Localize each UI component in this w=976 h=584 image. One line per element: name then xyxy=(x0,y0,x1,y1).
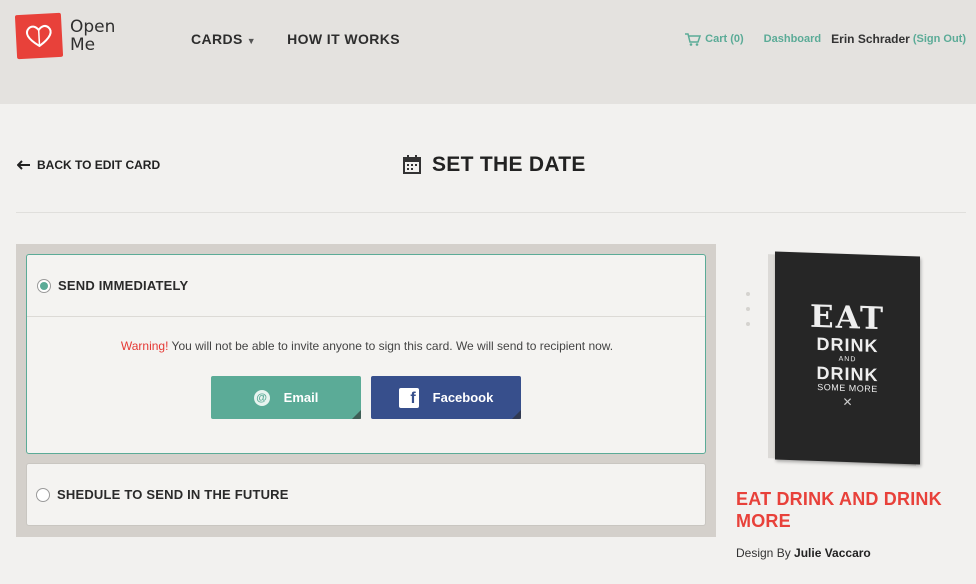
schedule-option[interactable]: SHEDULE TO SEND IN THE FUTURE xyxy=(26,463,706,526)
logo-heart-icon[interactable] xyxy=(14,12,64,60)
sign-out-link[interactable]: (Sign Out) xyxy=(913,33,966,45)
back-to-edit-link[interactable]: BACK TO EDIT CARD xyxy=(17,158,160,172)
warning-message: Warning! You will not be able to invite … xyxy=(27,339,707,353)
back-label: BACK TO EDIT CARD xyxy=(37,158,161,172)
logo-wordmark[interactable]: Open Me xyxy=(70,18,140,54)
send-immediately-radio[interactable] xyxy=(37,278,51,293)
email-button-label: Email xyxy=(283,390,319,405)
arrow-left-icon xyxy=(17,160,30,170)
card-art-line-1: EAT xyxy=(809,298,886,338)
calendar-icon xyxy=(403,155,421,174)
site-header: Open Me CARDS ▼ HOW IT WORKS Cart (0) Das… xyxy=(0,0,976,104)
card-preview-image: EAT DRINK AND DRINK SOME MORE ✕ xyxy=(775,251,920,465)
design-by-prefix: Design By xyxy=(736,546,795,560)
warning-prefix: Warning! xyxy=(120,339,169,353)
at-sign-icon: @ xyxy=(253,389,270,406)
designer-name: Julie Vaccaro xyxy=(794,546,871,560)
chevron-down-icon: ▼ xyxy=(246,36,257,46)
account-bar: Cart (0) Dashboard Erin Schrader (Sign O… xyxy=(685,32,966,46)
card-art-line-2: DRINK xyxy=(816,333,879,357)
send-immediately-label: SEND IMMEDIATELY xyxy=(58,278,189,293)
fork-knife-icon: ✕ xyxy=(842,394,853,410)
facebook-button[interactable]: f Facebook xyxy=(371,376,521,419)
cart-link[interactable]: Cart (0) xyxy=(685,32,744,46)
send-immediately-option: SEND IMMEDIATELY Warning! You will not b… xyxy=(26,254,706,454)
warning-text: You will not be able to invite anyone to… xyxy=(168,339,614,353)
card-designer: Design By Julie Vaccaro xyxy=(736,546,871,560)
nav-cards[interactable]: CARDS ▼ xyxy=(191,31,256,47)
divider xyxy=(16,212,966,213)
send-immediately-header[interactable]: SEND IMMEDIATELY xyxy=(27,255,705,317)
email-button[interactable]: @ Email xyxy=(211,376,361,419)
cart-icon xyxy=(685,32,702,46)
dashboard-link[interactable]: Dashboard xyxy=(764,33,821,45)
nav-how-it-works[interactable]: HOW IT WORKS xyxy=(287,31,400,47)
page-title-text: SET THE DATE xyxy=(432,153,586,176)
cart-label: Cart (0) xyxy=(705,33,744,45)
facebook-button-label: Facebook xyxy=(432,390,494,405)
facebook-icon: f xyxy=(398,387,419,408)
nav-cards-label: CARDS xyxy=(191,31,243,47)
main-nav: CARDS ▼ HOW IT WORKS xyxy=(191,31,400,47)
card-title: EAT DRINK AND DRINK MORE xyxy=(736,489,942,531)
schedule-radio[interactable] xyxy=(36,487,50,502)
page-title: SET THE DATE xyxy=(402,153,586,177)
user-name: Erin Schrader xyxy=(831,32,910,46)
schedule-label: SHEDULE TO SEND IN THE FUTURE xyxy=(57,487,289,502)
